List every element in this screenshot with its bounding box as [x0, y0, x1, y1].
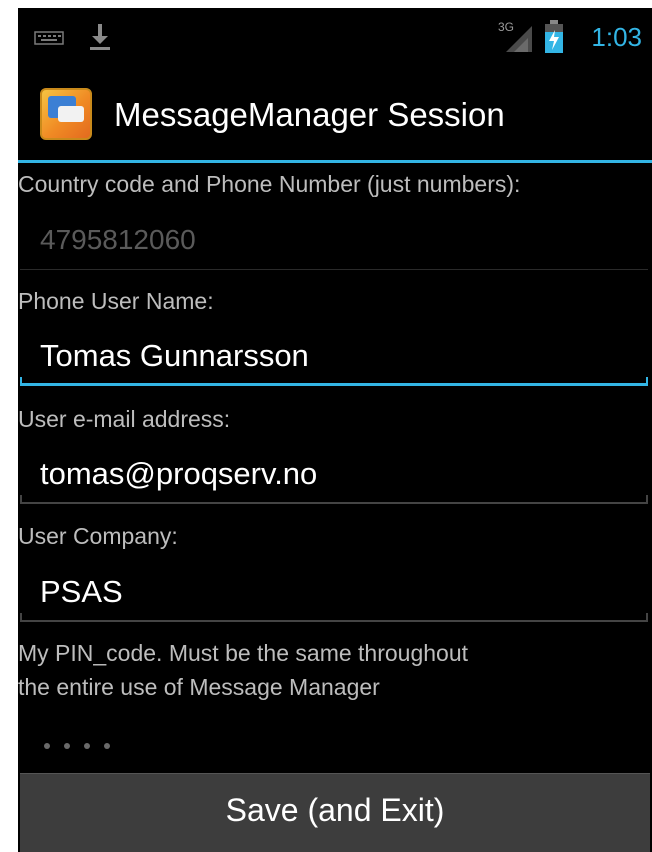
phone-underline	[20, 269, 648, 270]
app-icon[interactable]	[40, 88, 92, 140]
pin-dot	[44, 743, 50, 749]
phone-label: Country code and Phone Number (just numb…	[18, 171, 521, 197]
company-field[interactable]: PSAS	[18, 564, 650, 622]
action-bar-divider	[18, 160, 652, 163]
pin-field[interactable]	[18, 716, 650, 774]
pin-dot	[64, 743, 70, 749]
company-underline	[20, 620, 648, 622]
app-screen: 3G 1:03 MessageManager Session Country c…	[18, 8, 652, 852]
company-value: PSAS	[40, 574, 123, 609]
battery-icon	[545, 20, 563, 53]
phone-field[interactable]: 4795812060	[18, 212, 650, 270]
keyboard-icon	[34, 31, 64, 45]
user-name-field[interactable]: Tomas Gunnarsson	[18, 328, 650, 386]
save-button[interactable]: Save (and Exit)	[20, 773, 650, 852]
email-label: User e-mail address:	[18, 406, 231, 432]
action-bar: MessageManager Session	[18, 66, 652, 162]
signal-icon	[506, 26, 532, 52]
clock: 1:03	[591, 22, 642, 52]
user-name-underline	[20, 383, 648, 386]
download-icon	[90, 24, 110, 50]
user-name-label: Phone User Name:	[18, 288, 214, 314]
pin-dot	[104, 743, 110, 749]
app-title: MessageManager Session	[114, 96, 505, 133]
pin-label-line2: the entire use of Message Manager	[18, 674, 380, 700]
phone-value: 4795812060	[40, 224, 196, 255]
status-bar: 3G 1:03	[18, 8, 652, 66]
email-underline	[20, 502, 648, 504]
company-label: User Company:	[18, 523, 178, 549]
pin-masked-value	[44, 736, 124, 754]
pin-dot	[84, 743, 90, 749]
email-value: tomas@proqserv.no	[40, 456, 318, 491]
pin-label-line1: My PIN_code. Must be the same throughout	[18, 640, 469, 666]
user-name-value: Tomas Gunnarsson	[40, 338, 309, 373]
email-field[interactable]: tomas@proqserv.no	[18, 446, 650, 504]
